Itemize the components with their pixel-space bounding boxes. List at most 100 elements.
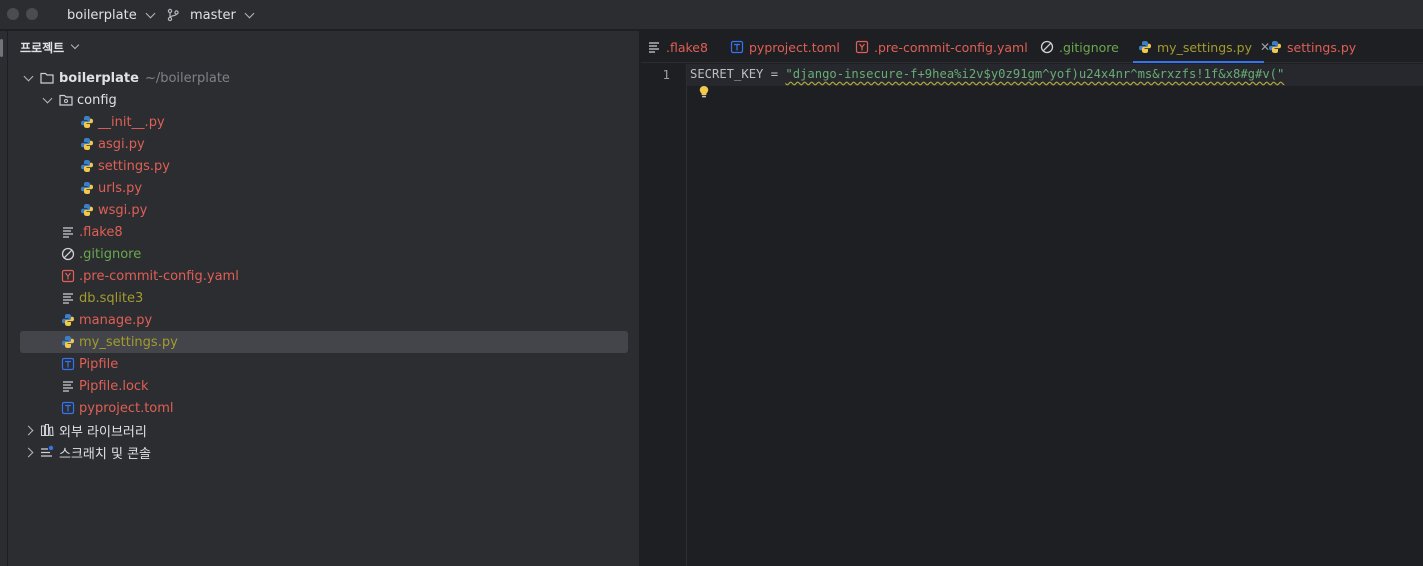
- tree-item-label: config: [77, 92, 117, 108]
- tree-item-scratches[interactable]: 스크래치 및 콘솔: [8, 441, 640, 463]
- tree-item-pre-commit-config[interactable]: .pre-commit-config.yaml: [8, 265, 640, 287]
- expand-arrow-icon[interactable]: [41, 93, 53, 103]
- window-close-button[interactable]: [7, 8, 19, 20]
- tab-my-settings-py[interactable]: my_settings.py ✕: [1138, 31, 1270, 63]
- tree-item-label: .flake8: [79, 224, 123, 240]
- text-file-icon: [63, 227, 73, 238]
- lightbulb-icon[interactable]: [698, 85, 710, 99]
- tree-item-label: Pipfile.lock: [79, 378, 149, 394]
- folder-icon: [40, 72, 54, 84]
- python-file-icon: [81, 116, 93, 128]
- editor-tab-bar: .flake8 pyproject.toml .pre-commit-confi…: [641, 31, 1423, 63]
- tree-item-urls-py[interactable]: urls.py: [8, 177, 640, 199]
- expand-arrow-icon[interactable]: [22, 447, 34, 457]
- tree-item-root[interactable]: boilerplate ~/boilerplate: [8, 67, 640, 89]
- scratches-icon: [41, 445, 54, 457]
- tree-item-label: settings.py: [98, 158, 170, 174]
- chevron-down-icon: [244, 8, 255, 18]
- tab-label: .gitignore: [1059, 39, 1119, 55]
- tree-item-label: db.sqlite3: [79, 290, 144, 306]
- code-string: "django-insecure-f+9hea%i2v$y0z91gm^yof)…: [785, 67, 1285, 81]
- tree-item-label: .pre-commit-config.yaml: [79, 268, 239, 284]
- expand-arrow-icon[interactable]: [22, 425, 34, 435]
- tree-item-label: __init__.py: [98, 114, 165, 130]
- tab-label: .flake8: [666, 39, 708, 55]
- python-file-icon: [62, 336, 74, 348]
- tree-item-my-settings-py[interactable]: my_settings.py: [8, 331, 640, 353]
- line-number: 1: [662, 67, 670, 82]
- branch-name: master: [190, 7, 236, 23]
- editor-area: .flake8 pyproject.toml .pre-commit-confi…: [641, 31, 1423, 566]
- code-variable: SECRET_KEY: [690, 67, 764, 81]
- tab-label: settings.py: [1287, 39, 1357, 55]
- tree-item-label: Pipfile: [79, 356, 119, 372]
- tree-item-label: pyproject.toml: [79, 400, 174, 416]
- expand-arrow-icon[interactable]: [22, 71, 34, 81]
- python-file-icon: [1139, 41, 1151, 53]
- tree-item-label: 스크래치 및 콘솔: [59, 446, 151, 462]
- python-file-icon: [81, 204, 93, 216]
- tree-item-label: manage.py: [79, 312, 153, 328]
- project-panel-header[interactable]: 프로젝트: [20, 37, 80, 57]
- toml-file-icon: [61, 357, 75, 371]
- project-name: boilerplate: [67, 7, 137, 23]
- editor-gutter: 1: [641, 64, 687, 566]
- tree-item-label: 외부 라이브러리: [59, 424, 147, 440]
- tab-label: .pre-commit-config.yaml: [874, 39, 1028, 55]
- tree-item-label: .gitignore: [79, 246, 142, 262]
- active-tab-indicator: [1133, 61, 1264, 63]
- window-minimize-button[interactable]: [26, 8, 38, 20]
- project-switcher[interactable]: boilerplate: [67, 0, 156, 30]
- git-branch-icon: [167, 8, 179, 22]
- tree-item-label: asgi.py: [98, 136, 145, 152]
- tree-item-pipfile-lock[interactable]: Pipfile.lock: [8, 375, 640, 397]
- project-tool-button[interactable]: [0, 39, 3, 57]
- tree-item-pipfile[interactable]: Pipfile: [8, 353, 640, 375]
- tree-item-gitignore[interactable]: .gitignore: [8, 243, 640, 265]
- chevron-down-icon: [70, 40, 80, 50]
- tab-pyproject-toml[interactable]: pyproject.toml: [730, 31, 840, 63]
- tree-item-label: wsgi.py: [98, 202, 148, 218]
- python-file-icon: [1269, 41, 1281, 53]
- tab-label: pyproject.toml: [749, 39, 840, 55]
- tab-label: my_settings.py: [1157, 39, 1252, 55]
- tree-item-external-libraries[interactable]: 외부 라이브러리: [8, 419, 640, 441]
- code-line[interactable]: SECRET_KEY = "django-insecure-f+9hea%i2v…: [690, 67, 1284, 81]
- tree-item-settings-py[interactable]: settings.py: [8, 155, 640, 177]
- tree-item-manage-py[interactable]: manage.py: [8, 309, 640, 331]
- tree-item-label: my_settings.py: [79, 334, 178, 350]
- tool-window-strip: [0, 31, 8, 566]
- text-file-icon: [63, 293, 73, 304]
- tab-pre-commit-config[interactable]: .pre-commit-config.yaml: [855, 31, 1028, 63]
- tree-item-path: ~/boilerplate: [144, 70, 230, 86]
- project-panel: 프로젝트 boilerplate ~/boilerplate config __…: [8, 31, 640, 566]
- library-icon: [40, 423, 54, 437]
- python-file-icon: [81, 182, 93, 194]
- tab-settings-py[interactable]: settings.py: [1268, 31, 1356, 63]
- tree-item-flake8[interactable]: .flake8: [8, 221, 640, 243]
- tab-gitignore[interactable]: .gitignore: [1040, 31, 1119, 63]
- ignore-file-icon: [61, 247, 75, 261]
- toml-file-icon: [730, 40, 744, 54]
- tree-item-db-sqlite3[interactable]: db.sqlite3: [8, 287, 640, 309]
- tree-item-label: boilerplate: [59, 70, 139, 86]
- project-panel-title: 프로젝트: [20, 40, 65, 55]
- tab-flake8[interactable]: .flake8: [647, 31, 708, 63]
- tree-item-init-py[interactable]: __init__.py: [8, 111, 640, 133]
- yaml-file-icon: [855, 40, 869, 54]
- tree-item-wsgi-py[interactable]: wsgi.py: [8, 199, 640, 221]
- text-file-icon: [649, 42, 659, 53]
- text-file-icon: [63, 381, 73, 392]
- tree-item-label: urls.py: [98, 180, 143, 196]
- chevron-down-icon: [145, 8, 156, 18]
- title-bar: boilerplate master: [0, 0, 1423, 30]
- tree-item-config[interactable]: config: [8, 89, 640, 111]
- tree-item-pyproject-toml[interactable]: pyproject.toml: [8, 397, 640, 419]
- yaml-file-icon: [61, 269, 75, 283]
- ignore-file-icon: [1040, 40, 1054, 54]
- python-file-icon: [62, 314, 74, 326]
- python-file-icon: [81, 160, 93, 172]
- python-file-icon: [81, 138, 93, 150]
- tree-item-asgi-py[interactable]: asgi.py: [8, 133, 640, 155]
- branch-switcher[interactable]: master: [166, 0, 255, 30]
